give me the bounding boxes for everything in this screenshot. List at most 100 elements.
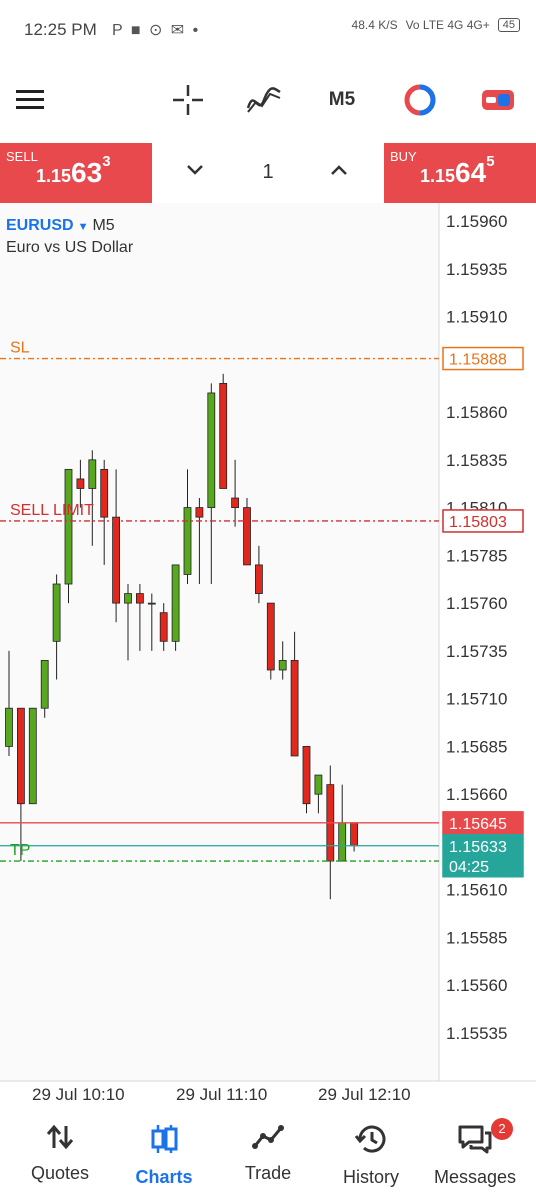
- nav-label: Quotes: [30, 1163, 90, 1183]
- bear-candle: [112, 516, 120, 604]
- buy-price-pips: 64: [455, 157, 487, 188]
- symbol-description: Euro vs US Dollar: [6, 239, 134, 256]
- bear-candle: [231, 497, 240, 508]
- hamburger-menu-icon[interactable]: [14, 78, 46, 122]
- time-tick-label: 29 Jul 11:10: [176, 1085, 267, 1104]
- bull-candle: [5, 707, 13, 747]
- messages-badge: 2: [491, 1118, 513, 1140]
- price-tick-label: 1.15835: [446, 451, 507, 470]
- bull-candle: [88, 459, 97, 489]
- bear-candle: [195, 507, 204, 518]
- bear-candle: [76, 478, 85, 489]
- price-chart[interactable]: 1.15960 1.15935 1.15910 1.15860 1.15835 1.158…: [0, 203, 536, 1108]
- symbol-name: EURUSD: [6, 217, 74, 234]
- chart-plot-area: [0, 203, 439, 1081]
- nav-label: Trade: [244, 1163, 292, 1183]
- caret-down-icon: ▼: [77, 221, 89, 233]
- notification-icons: P ■ ⊙ ✉ •: [112, 22, 201, 39]
- bear-candle: [159, 612, 168, 642]
- timeframe-button[interactable]: M5: [320, 78, 364, 122]
- bar-countdown: 04:25: [449, 859, 489, 876]
- bear-candle: [135, 593, 144, 604]
- bull-candle: [124, 593, 132, 604]
- bull-candle: [314, 774, 323, 795]
- history-icon: [354, 1125, 386, 1153]
- price-tag-label: 1.15633: [449, 839, 507, 856]
- battery-icon: 45: [497, 18, 520, 32]
- bear-candle: [290, 660, 299, 757]
- time-tick-label: 29 Jul 12:10: [318, 1085, 411, 1104]
- lot-selector: 1: [152, 143, 384, 204]
- time-tick-label: 29 Jul 10:10: [32, 1085, 125, 1104]
- messages-icon: [458, 1125, 492, 1154]
- bear-candle: [219, 382, 228, 489]
- price-tick-label: 1.15535: [446, 1024, 507, 1043]
- buy-label: BUY: [390, 149, 417, 164]
- bull-candle: [40, 660, 49, 709]
- timeframe-label: M5: [328, 89, 356, 110]
- nav-label: Messages: [433, 1167, 517, 1187]
- bull-candle: [183, 507, 192, 575]
- chart-toolbar: M5: [0, 60, 536, 142]
- price-tick-label: 1.15860: [446, 403, 507, 422]
- objects-icon[interactable]: [400, 78, 440, 122]
- sell-price: 1.15633: [36, 153, 111, 189]
- sell-price-fraction: 3: [102, 153, 111, 170]
- buy-price-fraction: 5: [486, 153, 495, 170]
- nav-quotes[interactable]: Quotes: [10, 1124, 110, 1184]
- quotes-icon: [46, 1124, 74, 1150]
- chevron-up-icon[interactable]: [330, 163, 348, 181]
- price-tick-label: 1.15910: [446, 308, 507, 327]
- level-label: SELL LIMIT: [10, 502, 94, 519]
- one-click-trade-icon[interactable]: [478, 78, 518, 122]
- nav-label: History: [342, 1167, 399, 1187]
- nav-label: Charts: [135, 1167, 193, 1187]
- price-tick-label: 1.15660: [446, 785, 507, 804]
- bear-candle: [302, 746, 311, 805]
- chart-symbol[interactable]: EURUSD ▼ M5: [6, 217, 115, 235]
- chevron-down-icon[interactable]: [186, 163, 204, 181]
- buy-button[interactable]: BUY 1.15645: [384, 143, 536, 203]
- price-tick-label: 1.15560: [446, 976, 507, 995]
- bear-candle: [254, 564, 263, 594]
- price-tick-label: 1.15585: [446, 928, 507, 947]
- bear-candle: [350, 822, 359, 847]
- status-right: 48.4 K/S Vo LTE 4G 4G+ 45: [352, 18, 520, 32]
- bear-candle: [243, 507, 251, 566]
- bull-candle: [338, 822, 347, 862]
- bear-candle: [16, 707, 25, 805]
- charts-icon: [151, 1125, 178, 1153]
- chart-canvas[interactable]: 1.15960 1.15935 1.15910 1.15860 1.15835 1.158…: [0, 203, 536, 1108]
- price-tag-label: 1.15888: [449, 352, 507, 369]
- level-label: TP: [10, 842, 30, 859]
- lot-value[interactable]: 1: [252, 161, 284, 184]
- buy-price-prefix: 1.15: [420, 166, 456, 186]
- nav-trade[interactable]: Trade: [218, 1124, 318, 1184]
- bull-candle: [278, 660, 287, 671]
- nav-history[interactable]: History: [321, 1124, 421, 1188]
- status-time: 12:25 PM: [24, 20, 97, 39]
- sell-label: SELL: [6, 149, 38, 164]
- crosshair-icon[interactable]: [170, 78, 206, 122]
- nav-messages[interactable]: 2 Messages: [425, 1118, 525, 1188]
- bull-candle: [52, 583, 61, 642]
- bottom-navigation: Quotes Charts Trade History 2 Messages: [0, 1108, 536, 1200]
- trade-icon: [252, 1125, 284, 1149]
- price-tick-label: 1.15685: [446, 737, 507, 756]
- bull-candle: [207, 392, 216, 508]
- bull-candle: [147, 602, 156, 605]
- price-tick-label: 1.15935: [446, 260, 507, 279]
- price-tick-label: 1.15960: [446, 212, 507, 231]
- bull-candle: [171, 564, 180, 642]
- sell-button[interactable]: SELL 1.15633: [0, 143, 152, 203]
- bull-candle: [64, 468, 73, 585]
- symbol-timeframe: M5: [92, 217, 115, 234]
- buy-price: 1.15645: [420, 153, 495, 189]
- bull-candle: [28, 707, 37, 805]
- price-tick-label: 1.15760: [446, 594, 507, 613]
- price-tag-label: 1.15645: [449, 816, 507, 833]
- level-label: SL: [10, 340, 30, 357]
- price-tick-label: 1.15710: [446, 690, 507, 709]
- nav-charts[interactable]: Charts: [114, 1124, 214, 1188]
- indicator-icon[interactable]: [244, 78, 284, 122]
